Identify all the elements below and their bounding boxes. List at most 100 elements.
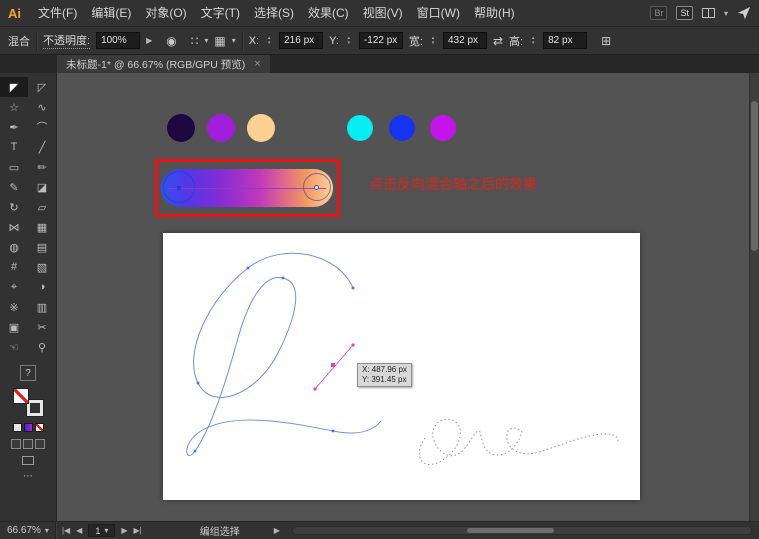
tools-panel: ◤ ◸ ☆ ∿ ✒ ⌒ T ╱ ▭ ✏ ✎ ◪ ↻ ▱ ⋈ ▦ ◍ ▤ # ▧: [0, 73, 57, 521]
draw-normal-icon[interactable]: [11, 439, 21, 449]
document-tabbar: 未标题-1* @ 66.67% (RGB/GPU 预览) ×: [0, 55, 759, 73]
column-graph-tool[interactable]: ▥: [28, 297, 56, 317]
symbol-sprayer-tool[interactable]: ※: [0, 297, 28, 317]
bridge-badge[interactable]: Br: [650, 6, 668, 20]
width-input[interactable]: 432 px: [442, 32, 487, 49]
horizontal-scrollbar-thumb[interactable]: [466, 528, 554, 533]
vertical-scrollbar[interactable]: [749, 73, 759, 521]
opacity-input[interactable]: 100%: [96, 32, 141, 49]
distribute-icon[interactable]: ▦: [214, 35, 225, 47]
artboard-caret-icon[interactable]: ▾: [104, 526, 108, 535]
gradient-tool[interactable]: ▧: [28, 257, 56, 277]
distribute-caret-icon[interactable]: ▾: [232, 36, 236, 45]
y-stepper[interactable]: ▴ ▾: [345, 35, 353, 46]
menu-select[interactable]: 选择(S): [247, 0, 301, 26]
artboard-number-box[interactable]: 1 ▾: [88, 524, 116, 537]
direct-selection-tool[interactable]: ◸: [28, 77, 56, 97]
stroke-swatch[interactable]: [26, 399, 44, 417]
swatch-circle-peach[interactable]: [247, 114, 275, 142]
stock-badge[interactable]: St: [676, 6, 693, 20]
draw-behind-icon[interactable]: [23, 439, 33, 449]
blend-object[interactable]: [161, 169, 333, 207]
document-tab[interactable]: 未标题-1* @ 66.67% (RGB/GPU 预览) ×: [57, 55, 270, 73]
swatch-circle-blue[interactable]: [389, 115, 415, 141]
hand-tool[interactable]: ☜: [0, 337, 28, 357]
pen-tool[interactable]: ✒: [0, 117, 28, 137]
edit-toolbar-icon[interactable]: ⋯: [23, 472, 33, 482]
vertical-scrollbar-thumb[interactable]: [751, 101, 758, 251]
opacity-caret-icon[interactable]: ▶: [146, 36, 152, 45]
color-button[interactable]: [12, 423, 22, 432]
pencil-tool[interactable]: ✎: [0, 177, 28, 197]
next-artboard-icon[interactable]: ▶: [121, 526, 127, 535]
menu-help[interactable]: 帮助(H): [467, 0, 522, 26]
menu-window[interactable]: 窗口(W): [410, 0, 467, 26]
eyedropper-tool[interactable]: ⌖: [0, 277, 28, 297]
type-tool[interactable]: T: [0, 137, 28, 157]
curvature-tool[interactable]: ⌒: [28, 117, 56, 137]
constrain-proportions-icon[interactable]: ⇄: [493, 35, 503, 47]
height-input[interactable]: 82 px: [543, 32, 588, 49]
first-artboard-icon[interactable]: |◀: [62, 526, 70, 535]
x-stepper[interactable]: ▴ ▾: [265, 35, 273, 46]
swatch-circle-magenta[interactable]: [430, 115, 456, 141]
none-button[interactable]: [34, 423, 44, 432]
menu-view[interactable]: 视图(V): [356, 0, 410, 26]
horizontal-scrollbar[interactable]: [291, 526, 752, 535]
canvas[interactable]: 点击反向混合轴之后的效果 X: 487.96 px Y: 391.45 px: [57, 73, 759, 521]
last-artboard-icon[interactable]: ▶|: [134, 526, 142, 535]
width-tool[interactable]: ⋈: [0, 217, 28, 237]
arrange-documents-icon[interactable]: [701, 8, 715, 18]
perspective-grid-tool[interactable]: ▤: [28, 237, 56, 257]
swatch-circle-dark-indigo[interactable]: [167, 114, 195, 142]
workspace-chevron-icon[interactable]: ▾: [724, 9, 728, 18]
fill-swatch[interactable]: [13, 388, 29, 404]
x-input[interactable]: 216 px: [279, 32, 324, 49]
rectangle-tool[interactable]: ▭: [0, 157, 28, 177]
align-caret-icon[interactable]: ▾: [204, 36, 208, 45]
line-tool[interactable]: ╱: [28, 137, 56, 157]
scale-tool[interactable]: ▱: [28, 197, 56, 217]
slice-tool[interactable]: ✂: [28, 317, 56, 337]
close-icon[interactable]: ×: [254, 58, 260, 70]
screen-mode-icon[interactable]: [22, 456, 34, 465]
zoom-control[interactable]: 66.67% ▾: [7, 525, 49, 536]
artboard-tool[interactable]: ▣: [0, 317, 28, 337]
mesh-tool[interactable]: #: [0, 257, 28, 277]
fill-stroke-control[interactable]: [13, 388, 44, 417]
menu-effect[interactable]: 效果(C): [301, 0, 356, 26]
draw-inside-icon[interactable]: [35, 439, 45, 449]
document-tab-title: 未标题-1* @ 66.67% (RGB/GPU 预览): [66, 58, 246, 71]
magic-wand-tool[interactable]: ☆: [0, 97, 28, 117]
app-logo: Ai: [8, 5, 21, 21]
lasso-tool[interactable]: ∿: [28, 97, 56, 117]
menu-edit[interactable]: 编辑(E): [84, 0, 138, 26]
align-icon[interactable]: ∷: [191, 35, 199, 47]
swatch-circle-violet[interactable]: [207, 114, 235, 142]
selection-tool[interactable]: ◤: [0, 77, 28, 97]
status-chevron-icon[interactable]: ▶: [274, 526, 280, 535]
paintbrush-tool[interactable]: ✏: [28, 157, 56, 177]
y-input[interactable]: -122 px: [358, 32, 403, 49]
share-icon[interactable]: [737, 6, 751, 20]
prev-artboard-icon[interactable]: ◀: [76, 526, 82, 535]
opacity-label[interactable]: 不透明度:: [43, 32, 91, 49]
menu-type[interactable]: 文字(T): [194, 0, 247, 26]
menu-file[interactable]: 文件(F): [31, 0, 84, 26]
free-transform-tool[interactable]: ▦: [28, 217, 56, 237]
width-stepper[interactable]: ▴ ▾: [429, 35, 437, 46]
annotation-text[interactable]: 点击反向混合轴之后的效果: [369, 174, 537, 194]
height-stepper[interactable]: ▴ ▾: [529, 35, 537, 46]
tool-grid: ◤ ◸ ☆ ∿ ✒ ⌒ T ╱ ▭ ✏ ✎ ◪ ↻ ▱ ⋈ ▦ ◍ ▤ # ▧: [0, 77, 56, 357]
gradient-button[interactable]: [23, 423, 33, 432]
rotate-tool[interactable]: ↻: [0, 197, 28, 217]
recolor-artwork-icon[interactable]: ◉: [166, 35, 176, 47]
transform-icon[interactable]: ⊞: [601, 35, 611, 47]
shape-builder-tool[interactable]: ◍: [0, 237, 28, 257]
menu-object[interactable]: 对象(O): [138, 0, 193, 26]
zoom-tool[interactable]: ⚲: [28, 337, 56, 357]
blend-tool[interactable]: ◑: [28, 277, 56, 297]
swatch-circle-cyan[interactable]: [347, 115, 373, 141]
eraser-tool[interactable]: ◪: [28, 177, 56, 197]
zoom-caret-icon[interactable]: ▾: [45, 526, 49, 535]
